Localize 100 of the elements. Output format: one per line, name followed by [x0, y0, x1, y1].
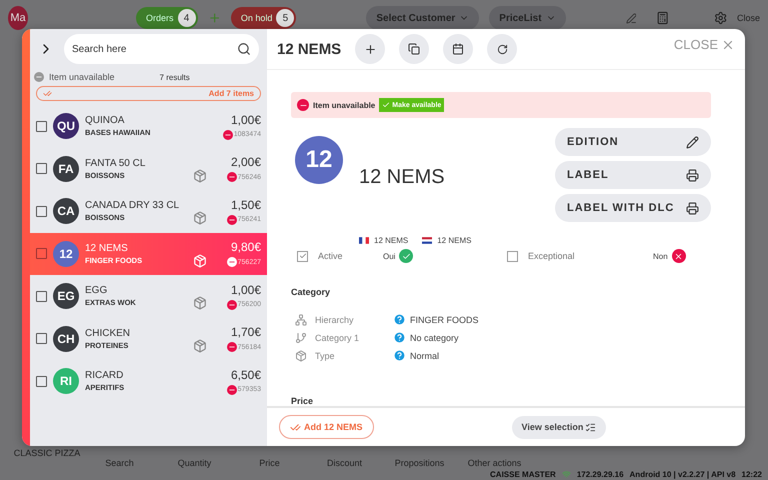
- flag-icon: [422, 237, 432, 244]
- printer-icon: [686, 202, 699, 214]
- product-price: 1,70€: [230, 325, 261, 340]
- pencil-icon: [686, 136, 699, 148]
- orders-button[interactable]: Orders 4: [136, 7, 198, 29]
- calendar-button[interactable]: [443, 34, 474, 64]
- orders-count: 4: [178, 9, 196, 27]
- checkbox[interactable]: [36, 333, 47, 344]
- action-label[interactable]: Propositions: [382, 458, 457, 468]
- product-avatar: FA: [53, 156, 79, 182]
- close-label[interactable]: Close: [737, 13, 760, 23]
- unavailable-icon: [226, 300, 237, 310]
- product-name: QUINOA: [85, 115, 126, 126]
- close-button[interactable]: CLOSE: [674, 37, 735, 52]
- device-name: CAISSE MASTER: [490, 470, 556, 478]
- action-label[interactable]: Quantity: [157, 458, 232, 468]
- on-hold-count: 5: [276, 9, 294, 27]
- pen-icon[interactable]: [626, 12, 636, 24]
- checkbox[interactable]: [507, 250, 518, 262]
- checkbox[interactable]: [297, 250, 308, 262]
- plus-icon: [364, 42, 377, 56]
- field-value: Non: [653, 252, 668, 260]
- hierarchy-icon: [295, 314, 307, 326]
- help-icon[interactable]: [393, 313, 406, 326]
- product-avatar: CH: [53, 326, 79, 352]
- customer-select[interactable]: Select Customer: [366, 6, 480, 30]
- unavailable-icon[interactable]: [34, 72, 44, 82]
- box-icon: [295, 350, 307, 362]
- add-all-button[interactable]: Add 7 items: [36, 86, 261, 101]
- translation-text: 12 NEMS: [437, 236, 472, 245]
- clock-time: 12:22: [742, 470, 762, 478]
- product-avatar: EG: [53, 283, 79, 310]
- unavailable-icon: [226, 172, 237, 182]
- printer-icon: [686, 168, 699, 182]
- checkbox[interactable]: [36, 376, 47, 387]
- unavailable-icon: [297, 99, 309, 111]
- action-label[interactable]: Discount: [307, 458, 382, 468]
- action-button[interactable]: EDITION: [555, 128, 711, 156]
- action-button[interactable]: LABEL WITH DLC: [555, 194, 711, 222]
- search-icon[interactable]: [237, 42, 251, 56]
- on-hold-button[interactable]: On hold 5: [230, 7, 296, 29]
- help-icon[interactable]: [393, 349, 406, 362]
- section-heading: Category: [291, 287, 332, 297]
- action-label[interactable]: Other actions: [457, 458, 532, 468]
- product-label: CLASSIC PIZZA: [12, 448, 82, 458]
- checklist-icon: [585, 422, 596, 432]
- field-label: Hierarchy: [315, 314, 355, 324]
- product-name: EGG: [85, 285, 108, 296]
- wifi-icon: [562, 470, 571, 478]
- double-check-icon: [43, 89, 52, 98]
- refresh-button[interactable]: [487, 34, 518, 64]
- pricelist-select[interactable]: PriceList: [489, 6, 566, 30]
- unavailable-icon: [226, 342, 237, 352]
- checkbox[interactable]: [36, 206, 47, 217]
- help-icon[interactable]: [393, 331, 406, 344]
- unavailable-icon: [226, 384, 237, 395]
- filter-label: Item unavailable: [49, 72, 115, 82]
- calculator-icon[interactable]: [656, 10, 670, 26]
- product-avatar: CA: [53, 198, 79, 224]
- checkbox[interactable]: [36, 248, 47, 260]
- product-price: 1,00€: [230, 112, 261, 127]
- field-value: Normal: [410, 350, 440, 360]
- check-icon: [399, 249, 414, 263]
- flag-icon: [359, 237, 369, 244]
- checkbox[interactable]: [36, 163, 47, 174]
- field-label: Active: [318, 251, 344, 261]
- field-value: Oui: [383, 252, 396, 260]
- dialog-title: 12 NEMS: [277, 40, 342, 58]
- copy-button[interactable]: [399, 34, 430, 64]
- product-avatar: QU: [53, 113, 79, 140]
- product-name: RICARD: [85, 370, 124, 382]
- product-price: 1,50€: [230, 198, 261, 212]
- checkbox[interactable]: [36, 120, 47, 132]
- product-avatar: 12: [53, 240, 79, 267]
- action-button[interactable]: LABEL: [555, 161, 711, 189]
- product-name: CHICKEN: [85, 328, 132, 339]
- add-item-button[interactable]: Add 12 NEMS: [279, 415, 374, 439]
- product-price: 2,00€: [230, 155, 261, 170]
- version-text: Android 10 | v2.2.27 | API v8: [630, 470, 736, 478]
- settings-icon[interactable]: [714, 10, 728, 26]
- translation-text: 12 NEMS: [374, 236, 408, 245]
- copy-icon: [408, 43, 420, 55]
- product-avatar: RI: [53, 368, 79, 394]
- field-value: No category: [410, 332, 459, 342]
- product-name: 12 NEMS: [85, 242, 129, 254]
- double-check-icon: [290, 422, 301, 432]
- action-label[interactable]: Price: [232, 458, 307, 468]
- view-selection-button[interactable]: View selection: [512, 416, 606, 438]
- checkbox[interactable]: [36, 290, 47, 302]
- ip-address: 172.29.29.16: [576, 470, 624, 478]
- unavailable-icon: [222, 130, 233, 140]
- action-label[interactable]: Search: [82, 458, 157, 468]
- banner-text: Item unavailable: [313, 100, 376, 110]
- user-avatar[interactable]: Ma: [8, 6, 28, 30]
- product-price: 1,00€: [230, 282, 261, 297]
- section-heading: Price: [291, 396, 314, 406]
- check-icon: [298, 252, 306, 260]
- search-field[interactable]: Search here: [64, 34, 259, 64]
- refresh-icon: [496, 44, 508, 54]
- unavailable-icon: [226, 214, 237, 225]
